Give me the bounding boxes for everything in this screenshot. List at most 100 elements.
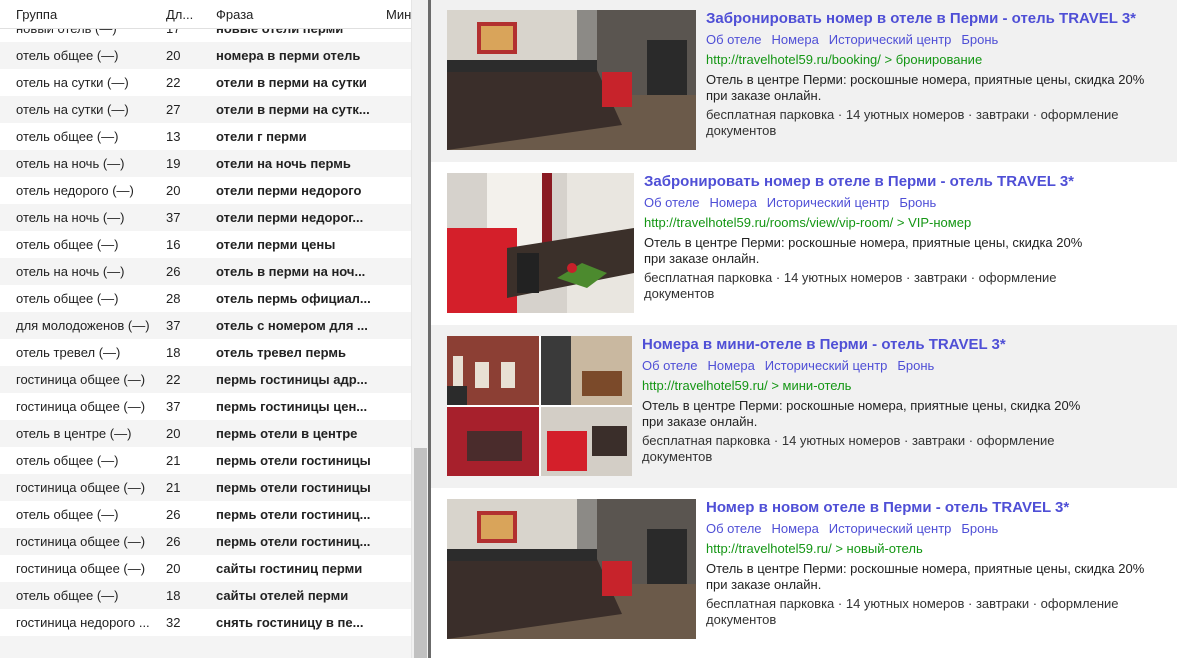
table-row[interactable]: гостиница общее (—) 21 пермь отели гостини… [0, 474, 411, 501]
cell-length: 20 [166, 48, 181, 63]
table-row[interactable]: гостиница общее (—) 22 пермь гостиницы адр… [0, 366, 411, 393]
cell-phrase: сайты отелей перми [216, 588, 349, 603]
table-header: Группа Дл... Фраза Минус [0, 0, 411, 29]
table-row[interactable]: гостиница общее (—) 26 пермь отели гостини… [0, 528, 411, 555]
cell-phrase: пермь гостиницы цен... [216, 399, 368, 414]
cell-phrase: пермь отели гостиницы [216, 480, 371, 495]
cell-length: 19 [166, 156, 181, 171]
cell-group: отель на сутки (—) [16, 102, 129, 117]
ad-title[interactable]: Забронировать номер в отеле в Перми - от… [644, 173, 1074, 190]
table-row[interactable]: отель на ночь (—) 37 отели перми недорог..… [0, 204, 411, 231]
cell-group: отель общее (—) [16, 48, 119, 63]
ad-features: бесплатная парковка · 14 уютных номеров … [706, 596, 1119, 627]
cell-group: отель на ночь (—) [16, 264, 125, 279]
sitelink[interactable]: Номера [708, 358, 755, 373]
cell-length: 16 [166, 237, 181, 252]
table-row[interactable]: отель в центре (—) 20 пермь отели в центре [0, 420, 411, 447]
table-row[interactable]: отель общее (—) 26 пермь отели гостиниц... [0, 501, 411, 528]
cell-phrase: пермь отели в центре [216, 426, 358, 441]
table-row[interactable]: отель общее (—) 16 отели перми цены [0, 231, 411, 258]
table-row[interactable]: отель общее (—) 28 отель пермь официал... [0, 285, 411, 312]
table-row[interactable]: отель на сутки (—) 22 отели в перми на сут… [0, 69, 411, 96]
ad-card: Номер в новом отеле в Перми - отель TRAV… [431, 488, 1177, 658]
cell-phrase: пермь отели гостиниц... [216, 534, 371, 549]
cell-phrase: пермь отели гостиницы [216, 453, 371, 468]
column-header-minus[interactable]: Минус [386, 7, 411, 22]
column-header-group[interactable]: Группа [16, 7, 156, 22]
sitelink[interactable]: Об отеле [706, 521, 762, 536]
sitelink[interactable]: Исторический центр [829, 521, 952, 536]
cell-group: гостиница общее (—) [16, 399, 146, 414]
table-row[interactable]: гостиница общее (—) 20 сайты гостиниц перм… [0, 555, 411, 582]
sitelink[interactable]: Исторический центр [765, 358, 888, 373]
ad-features: бесплатная парковка · 14 уютных номеров … [642, 433, 1055, 464]
ad-title[interactable]: Забронировать номер в отеле в Перми - от… [706, 10, 1136, 27]
ad-image[interactable] [447, 336, 632, 476]
cell-length: 32 [166, 615, 181, 630]
column-header-phrase[interactable]: Фраза [216, 7, 376, 22]
ad-image[interactable] [447, 10, 696, 150]
table-row[interactable]: гостиница недорого ... 32 снять гостиницу … [0, 609, 411, 636]
sitelink[interactable]: Исторический центр [767, 195, 890, 210]
table-row[interactable]: отель общее (—) 13 отели г перми [0, 123, 411, 150]
cell-length: 22 [166, 372, 181, 387]
ad-image[interactable] [447, 499, 696, 639]
cell-group: отель тревел (—) [16, 345, 121, 360]
sitelink[interactable]: Бронь [897, 358, 934, 373]
ad-image[interactable] [447, 173, 634, 313]
table-row[interactable]: отель тревел (—) 18 отель тревел пермь [0, 339, 411, 366]
table-row[interactable] [0, 636, 411, 658]
cell-group: отель общее (—) [16, 237, 119, 252]
table-row[interactable]: отель общее (—) 20 номера в перми отель [0, 42, 411, 69]
sitelink[interactable]: Об отеле [642, 358, 698, 373]
ad-url[interactable]: http://travelhotel59.ru/rooms/view/vip-r… [644, 215, 971, 230]
sitelink[interactable]: Бронь [899, 195, 936, 210]
column-header-length[interactable]: Дл... [166, 7, 202, 22]
cell-length: 21 [166, 453, 181, 468]
cell-length: 21 [166, 480, 181, 495]
cell-group: отель общее (—) [16, 453, 119, 468]
table-scrollbar[interactable] [411, 0, 429, 658]
sitelink[interactable]: Об отеле [644, 195, 700, 210]
table-row[interactable]: для молодоженов (—) 37 отель с номером для… [0, 312, 411, 339]
ad-description: Отель в центре Перми: роскошные номера, … [706, 561, 1145, 592]
ad-features: бесплатная парковка · 14 уютных номеров … [644, 270, 1057, 301]
sitelink[interactable]: Исторический центр [829, 32, 952, 47]
cell-group: отель общее (—) [16, 588, 119, 603]
cell-phrase: пермь отели гостиниц... [216, 507, 371, 522]
cell-group: гостиница недорого ... [16, 615, 150, 630]
table-row[interactable]: отель недорого (—) 20 отели перми недорого [0, 177, 411, 204]
ad-url[interactable]: http://travelhotel59.ru/ > новый-отель [706, 541, 923, 556]
cell-length: 26 [166, 534, 181, 549]
ad-sitelinks: Об отеле Номера Исторический центр Бронь [642, 358, 944, 373]
ad-title[interactable]: Номер в новом отеле в Перми - отель TRAV… [706, 499, 1069, 516]
cell-length: 18 [166, 588, 181, 603]
ad-url[interactable]: http://travelhotel59.ru/booking/ > брони… [706, 52, 982, 67]
sitelink[interactable]: Об отеле [706, 32, 762, 47]
cell-phrase: отели перми недорого [216, 183, 362, 198]
cell-phrase: сайты гостиниц перми [216, 561, 363, 576]
ad-description: Отель в центре Перми: роскошные номера, … [642, 398, 1081, 429]
sitelink[interactable]: Номера [772, 32, 819, 47]
ad-card: Номера в мини-отеле в Перми - отель TRAV… [431, 325, 1177, 488]
sitelink[interactable]: Бронь [961, 521, 998, 536]
table-row[interactable]: отель на сутки (—) 27 отели в перми на сут… [0, 96, 411, 123]
cell-group: гостиница общее (—) [16, 534, 146, 549]
cell-length: 37 [166, 399, 181, 414]
table-row[interactable]: отель общее (—) 21 пермь отели гостиницы [0, 447, 411, 474]
cell-length: 18 [166, 345, 181, 360]
table-row[interactable]: отель общее (—) 18 сайты отелей перми [0, 582, 411, 609]
sitelink[interactable]: Бронь [961, 32, 998, 47]
sitelink[interactable]: Номера [772, 521, 819, 536]
cell-length: 26 [166, 264, 181, 279]
cell-group: для молодоженов (—) [16, 318, 150, 333]
ad-url[interactable]: http://travelhotel59.ru/ > мини-отель [642, 378, 851, 393]
table-row[interactable]: гостиница общее (—) 37 пермь гостиницы цен… [0, 393, 411, 420]
cell-length: 20 [166, 426, 181, 441]
table-row[interactable]: отель на ночь (—) 19 отели на ночь пермь [0, 150, 411, 177]
table-row[interactable]: отель на ночь (—) 26 отель в перми на ноч.… [0, 258, 411, 285]
scrollbar-thumb[interactable] [414, 448, 427, 658]
ad-sitelinks: Об отеле Номера Исторический центр Бронь [706, 32, 1008, 47]
sitelink[interactable]: Номера [710, 195, 757, 210]
ad-title[interactable]: Номера в мини-отеле в Перми - отель TRAV… [642, 336, 1006, 353]
